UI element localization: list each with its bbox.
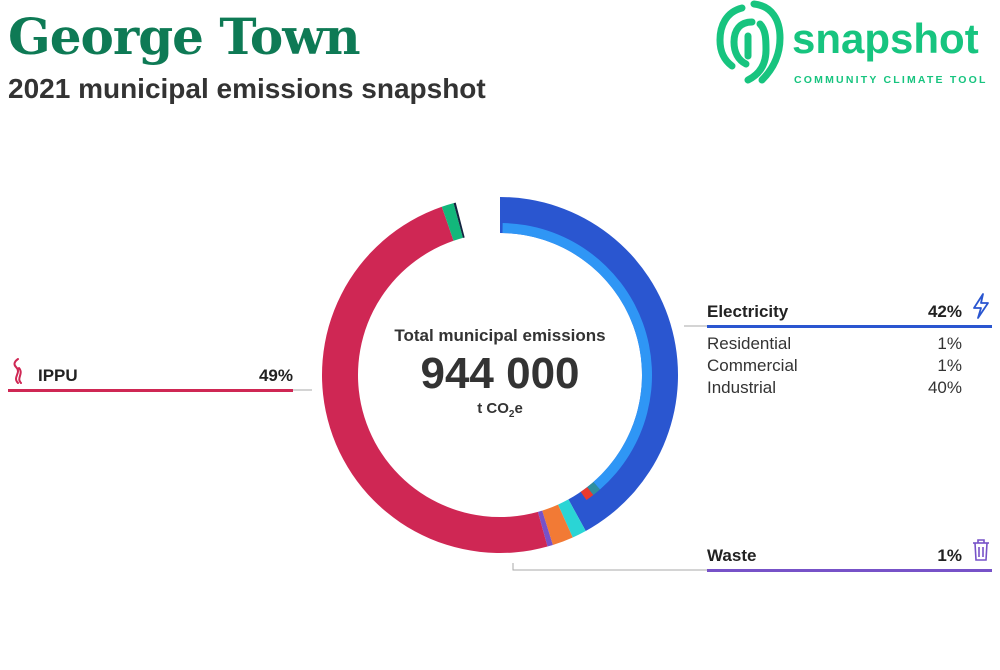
subsector-industrial-percent: 40%	[927, 378, 962, 397]
waste-leader-line	[512, 563, 707, 571]
subsector-industrial-label: Industrial	[707, 378, 776, 397]
ippu-underline	[8, 389, 293, 392]
ippu-label: IPPU	[38, 366, 78, 385]
electricity-percent: 42%	[927, 302, 962, 321]
subsector-residential-label: Residential	[707, 334, 792, 353]
subsector-commercial-label: Commercial	[707, 356, 798, 375]
electricity-label: Electricity	[707, 302, 789, 321]
waste-label: Waste	[707, 546, 757, 565]
subsector-residential-percent: 1%	[937, 334, 962, 353]
trash-can-icon	[973, 539, 989, 561]
subsector-commercial-percent: 1%	[937, 356, 962, 375]
emissions-unit: t CO2e	[477, 400, 523, 420]
center-label: Total municipal emissions	[394, 326, 606, 345]
electricity-underline	[707, 325, 992, 328]
total-emissions-value: 944 000	[420, 349, 580, 398]
lightning-icon	[973, 293, 989, 319]
waste-underline	[707, 569, 992, 572]
waste-percent: 1%	[937, 546, 962, 565]
smoke-icon	[13, 358, 22, 384]
ippu-percent: 49%	[258, 366, 293, 385]
donut-center: Total municipal emissions 944 000 t CO2e	[350, 326, 650, 420]
